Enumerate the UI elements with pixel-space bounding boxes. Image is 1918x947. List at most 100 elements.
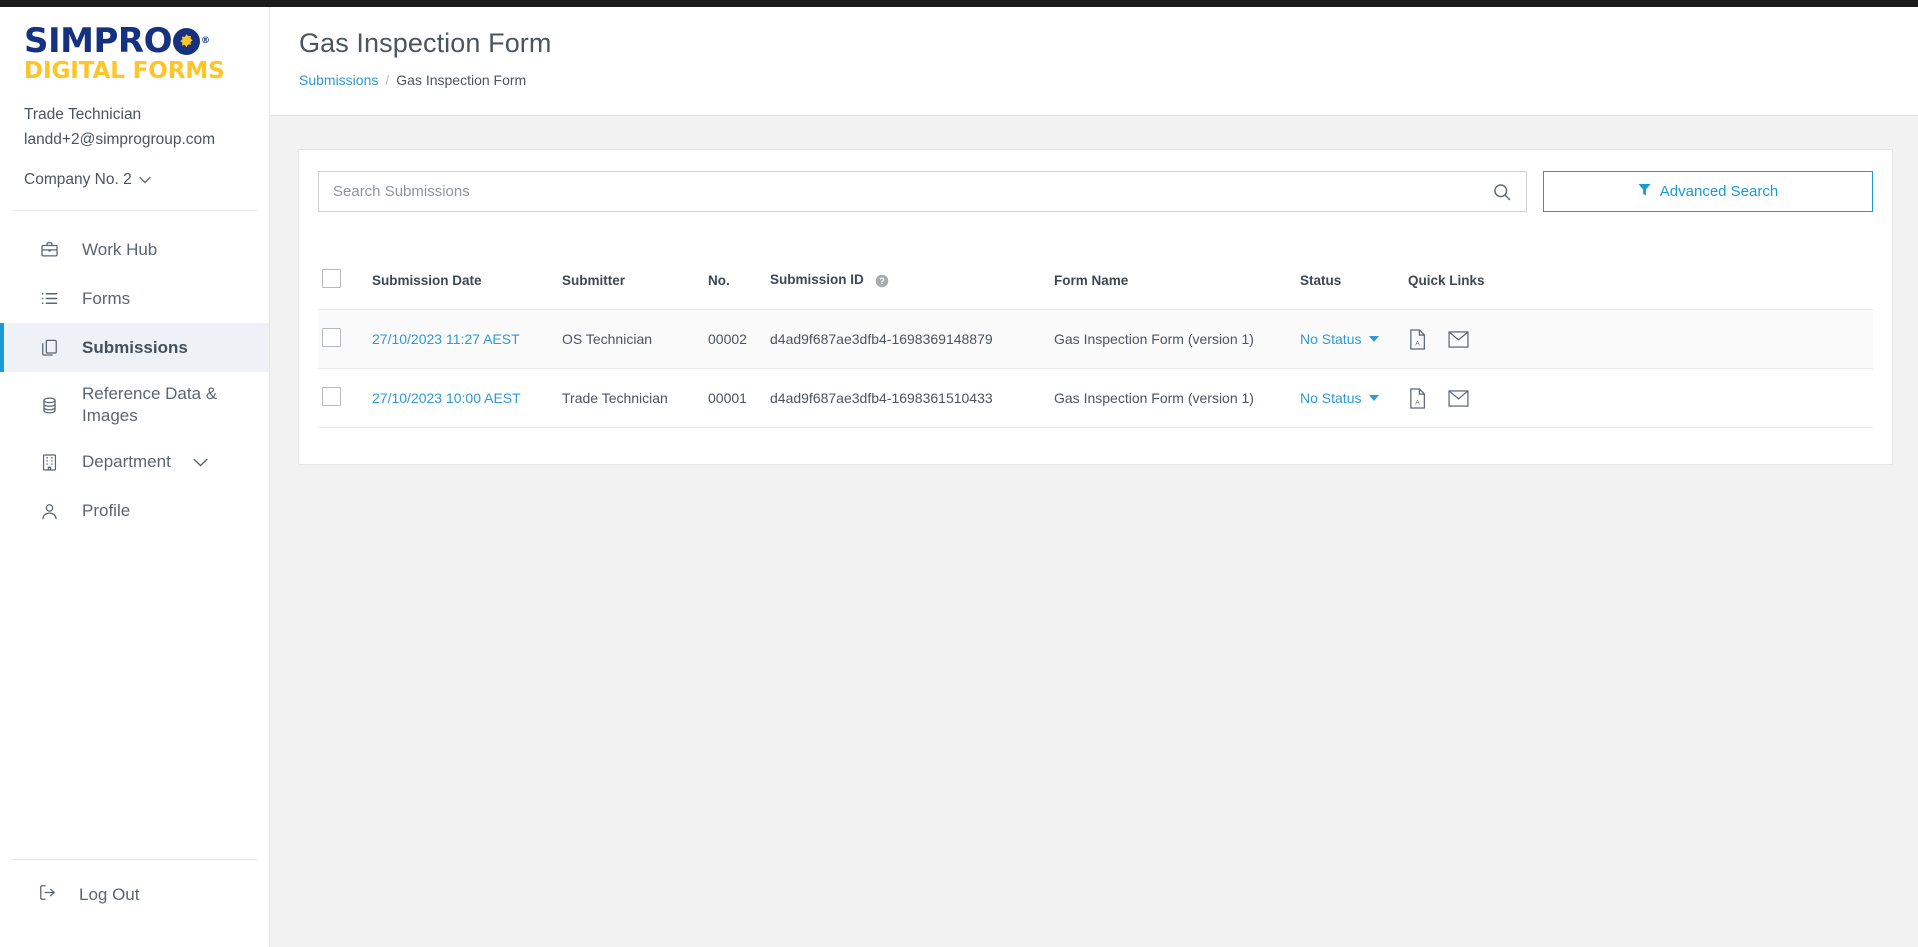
table-header-row: Submission Date Submitter No. Submission… bbox=[318, 269, 1873, 310]
breadcrumb: Submissions / Gas Inspection Form bbox=[299, 72, 1918, 88]
chevron-down-icon bbox=[1369, 395, 1380, 401]
top-accent-bar bbox=[0, 0, 1918, 7]
sidebar-item-label: Submissions bbox=[82, 337, 188, 357]
sidebar-nav: Work Hub Forms Submissions Reference Dat… bbox=[0, 225, 269, 536]
status-label: No Status bbox=[1300, 331, 1362, 347]
sidebar-item-label: Department bbox=[82, 452, 171, 472]
sidebar-item-label: Forms bbox=[82, 288, 131, 308]
chevron-down-icon bbox=[139, 171, 151, 189]
logo-secondary-text: DIGITAL FORMS bbox=[24, 58, 225, 84]
row-select-cell bbox=[318, 309, 372, 369]
logo-primary-text: SIMPRO bbox=[24, 21, 172, 61]
search-box[interactable] bbox=[318, 171, 1527, 212]
email-icon[interactable] bbox=[1448, 330, 1469, 348]
column-header-submitter[interactable]: Submitter bbox=[562, 269, 708, 310]
page-title: Gas Inspection Form bbox=[299, 28, 552, 58]
database-icon bbox=[38, 396, 60, 415]
search-icon[interactable] bbox=[1492, 182, 1512, 202]
table-body: 27/10/2023 11:27 AEST OS Technician 0000… bbox=[318, 309, 1873, 428]
cell-submission-date: 27/10/2023 11:27 AEST bbox=[372, 309, 562, 369]
help-icon[interactable]: ? bbox=[875, 274, 889, 288]
chevron-down-icon[interactable] bbox=[193, 458, 208, 467]
breadcrumb-separator: / bbox=[385, 72, 390, 89]
sidebar-item-label: Work Hub bbox=[82, 239, 158, 259]
logout-button[interactable]: Log Out bbox=[0, 860, 269, 947]
column-header-submission-id-label: Submission ID bbox=[770, 272, 864, 288]
main-area: Gas Inspection Form Submissions / Gas In… bbox=[270, 7, 1918, 947]
user-icon bbox=[38, 502, 60, 521]
sidebar-divider bbox=[12, 210, 257, 212]
sidebar-item-forms[interactable]: Forms bbox=[0, 274, 269, 323]
column-header-status[interactable]: Status bbox=[1300, 269, 1408, 310]
briefcase-icon bbox=[38, 240, 60, 259]
cell-status: No Status bbox=[1300, 368, 1408, 428]
status-dropdown[interactable]: No Status bbox=[1300, 331, 1380, 347]
search-row: Advanced Search bbox=[318, 171, 1873, 212]
advanced-search-button[interactable]: Advanced Search bbox=[1543, 171, 1873, 212]
app-root: SIMPRO ® DIGITAL FORMS Trade Technician … bbox=[0, 7, 1918, 947]
sidebar-item-submissions[interactable]: Submissions bbox=[0, 323, 269, 373]
quick-links-group: A bbox=[1408, 328, 1873, 350]
sidebar-item-label: Reference Data & Images bbox=[82, 384, 218, 426]
column-header-no[interactable]: No. bbox=[708, 269, 770, 310]
pdf-icon[interactable]: A bbox=[1408, 328, 1427, 350]
table-row[interactable]: 27/10/2023 10:00 AEST Trade Technician 0… bbox=[318, 368, 1873, 428]
table-row[interactable]: 27/10/2023 11:27 AEST OS Technician 0000… bbox=[318, 309, 1873, 369]
breadcrumb-parent-link[interactable]: Submissions bbox=[299, 72, 378, 88]
list-icon bbox=[38, 289, 60, 308]
status-dropdown[interactable]: No Status bbox=[1300, 390, 1380, 406]
cell-submitter: Trade Technician bbox=[562, 368, 708, 428]
cell-submission-date: 27/10/2023 10:00 AEST bbox=[372, 368, 562, 428]
cell-submission-id: d4ad9f687ae3dfb4-1698361510433 bbox=[770, 368, 1054, 428]
select-all-checkbox[interactable] bbox=[322, 269, 341, 288]
sidebar-item-department[interactable]: Department bbox=[0, 438, 269, 487]
email-icon[interactable] bbox=[1448, 389, 1469, 407]
cell-quick-links: A bbox=[1408, 368, 1873, 428]
cell-submission-id: d4ad9f687ae3dfb4-1698369148879 bbox=[770, 309, 1054, 369]
sidebar-item-work-hub[interactable]: Work Hub bbox=[0, 225, 269, 274]
row-checkbox[interactable] bbox=[322, 387, 341, 406]
svg-text:A: A bbox=[1415, 340, 1420, 347]
brand-block: SIMPRO ® DIGITAL FORMS bbox=[0, 7, 269, 84]
content-area: Advanced Search Submission Date Submitte… bbox=[270, 116, 1918, 947]
column-header-select-all bbox=[318, 269, 372, 310]
pdf-icon[interactable]: A bbox=[1408, 387, 1427, 409]
building-icon bbox=[38, 453, 60, 472]
column-header-submission-date[interactable]: Submission Date bbox=[372, 269, 562, 310]
cell-form-name: Gas Inspection Form (version 1) bbox=[1054, 309, 1300, 369]
sidebar-item-profile[interactable]: Profile bbox=[0, 487, 269, 536]
logout-icon bbox=[38, 883, 57, 907]
simpro-logo: SIMPRO ® DIGITAL FORMS bbox=[24, 24, 269, 84]
copy-icon bbox=[38, 338, 60, 357]
cell-submitter: OS Technician bbox=[562, 309, 708, 369]
svg-text:A: A bbox=[1415, 399, 1420, 406]
page-header: Gas Inspection Form Submissions / Gas In… bbox=[270, 7, 1918, 116]
breadcrumb-current: Gas Inspection Form bbox=[396, 72, 527, 89]
search-input[interactable] bbox=[333, 183, 1492, 200]
submission-date-link[interactable]: 27/10/2023 10:00 AEST bbox=[372, 390, 521, 406]
cell-form-name: Gas Inspection Form (version 1) bbox=[1054, 368, 1300, 428]
sidebar: SIMPRO ® DIGITAL FORMS Trade Technician … bbox=[0, 7, 270, 947]
cell-status: No Status bbox=[1300, 309, 1408, 369]
sidebar-item-label: Profile bbox=[82, 501, 131, 521]
column-header-quick-links: Quick Links bbox=[1408, 272, 1485, 288]
filter-icon bbox=[1638, 183, 1651, 201]
sidebar-item-reference-data-images[interactable]: Reference Data & Images bbox=[0, 372, 269, 438]
cell-no: 00002 bbox=[708, 309, 770, 369]
chevron-down-icon bbox=[1369, 336, 1380, 342]
submissions-table: Submission Date Submitter No. Submission… bbox=[318, 269, 1873, 428]
registered-mark: ® bbox=[200, 35, 210, 46]
quick-links-group: A bbox=[1408, 387, 1873, 409]
column-header-form-name[interactable]: Form Name bbox=[1054, 269, 1300, 310]
submission-date-link[interactable]: 27/10/2023 11:27 AEST bbox=[372, 331, 520, 347]
user-name: Trade Technician bbox=[24, 105, 142, 123]
cell-quick-links: A bbox=[1408, 309, 1873, 369]
row-checkbox[interactable] bbox=[322, 328, 341, 347]
advanced-search-label: Advanced Search bbox=[1659, 183, 1779, 200]
company-selector[interactable]: Company No. 2 bbox=[24, 171, 151, 189]
table-header: Submission Date Submitter No. Submission… bbox=[318, 269, 1873, 310]
column-header-submission-id[interactable]: Submission ID ? bbox=[770, 269, 1054, 310]
card-bottom-spacer bbox=[318, 428, 1873, 464]
submissions-card: Advanced Search Submission Date Submitte… bbox=[298, 149, 1893, 465]
sidebar-footer: Log Out bbox=[0, 859, 269, 947]
